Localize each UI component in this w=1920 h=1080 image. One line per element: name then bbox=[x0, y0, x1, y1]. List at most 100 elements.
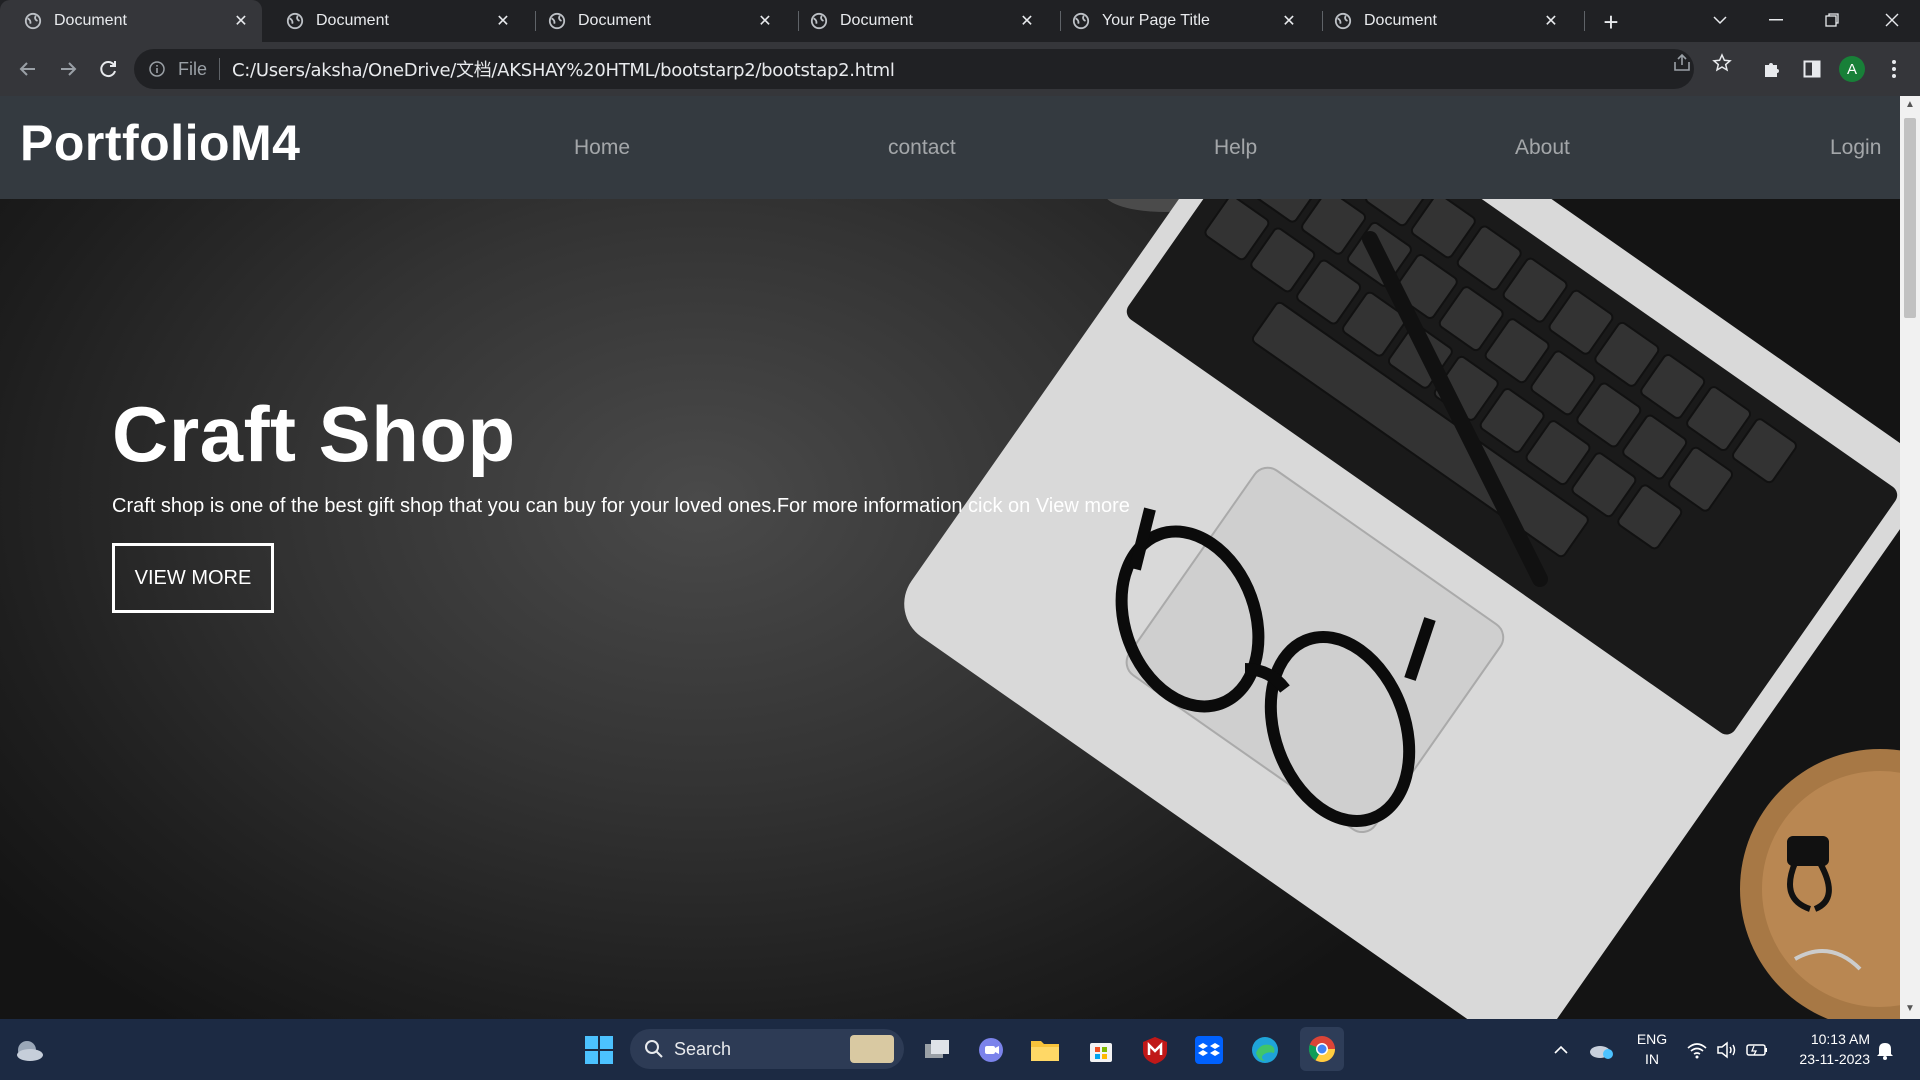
puzzle-icon bbox=[1765, 63, 1779, 77]
tab-strip: Document ✕ Document ✕ Document ✕ Documen… bbox=[0, 0, 1920, 42]
scroll-up-arrow-icon[interactable]: ▲ bbox=[1905, 100, 1915, 110]
file-explorer-button[interactable] bbox=[1026, 1031, 1064, 1069]
close-tab-icon[interactable]: ✕ bbox=[1540, 10, 1562, 32]
browser-tab-3[interactable]: Document ✕ bbox=[524, 0, 786, 42]
chrome-button[interactable] bbox=[1300, 1027, 1344, 1071]
close-icon bbox=[1885, 13, 1899, 27]
address-bar[interactable]: File C:/Users/aksha/OneDrive/文档/AKSHAY%2… bbox=[134, 49, 1694, 89]
browser-toolbar: File C:/Users/aksha/OneDrive/文档/AKSHAY%2… bbox=[0, 42, 1920, 96]
battery-button[interactable] bbox=[1738, 1031, 1776, 1069]
search-icon bbox=[645, 1040, 663, 1058]
view-more-button[interactable]: VIEW MORE bbox=[112, 543, 274, 613]
taskbar-search[interactable]: Search bbox=[630, 1029, 904, 1069]
clock[interactable]: 10:13 AM 23-11-2023 bbox=[1780, 1029, 1870, 1069]
speaker-icon bbox=[1717, 1041, 1736, 1059]
forward-button[interactable] bbox=[54, 55, 82, 83]
browser-tab-4[interactable]: Document ✕ bbox=[786, 0, 1048, 42]
profile-button[interactable]: A bbox=[1838, 55, 1866, 83]
minimize-icon bbox=[1769, 19, 1783, 21]
share-icon bbox=[1674, 53, 1690, 71]
nav-link-login[interactable]: Login bbox=[1830, 136, 1881, 160]
show-hidden-icons-button[interactable] bbox=[1542, 1031, 1580, 1069]
restore-icon bbox=[1825, 13, 1839, 27]
globe-icon bbox=[810, 12, 828, 30]
reload-button[interactable] bbox=[94, 55, 122, 83]
tab-title: Document bbox=[578, 12, 651, 29]
globe-icon bbox=[1334, 12, 1352, 30]
nav-link-contact[interactable]: contact bbox=[888, 136, 956, 160]
browser-tab-1[interactable]: Document ✕ bbox=[0, 0, 262, 42]
share-button[interactable] bbox=[1670, 51, 1694, 75]
site-brand[interactable]: PortfolioM4 bbox=[20, 114, 300, 172]
restore-button[interactable] bbox=[1804, 0, 1860, 40]
new-tab-button[interactable]: + bbox=[1597, 7, 1625, 37]
weather-widget[interactable] bbox=[10, 1031, 48, 1069]
info-icon[interactable] bbox=[148, 60, 166, 78]
arrow-right-icon bbox=[61, 62, 77, 76]
notifications-button[interactable] bbox=[1866, 1031, 1904, 1069]
bookmark-button[interactable] bbox=[1710, 51, 1734, 75]
scroll-down-arrow-icon[interactable]: ▼ bbox=[1905, 1004, 1915, 1014]
dropbox-button[interactable] bbox=[1190, 1031, 1228, 1069]
nav-link-home[interactable]: Home bbox=[574, 136, 630, 160]
site-navbar: PortfolioM4 Home contact Help About Logi… bbox=[0, 96, 1900, 199]
close-tab-icon[interactable]: ✕ bbox=[1278, 10, 1300, 32]
minimize-button[interactable] bbox=[1748, 0, 1804, 40]
teams-chat-button[interactable] bbox=[972, 1031, 1010, 1069]
arrow-left-icon bbox=[19, 62, 35, 76]
scrollbar-thumb[interactable] bbox=[1904, 118, 1916, 318]
back-button[interactable] bbox=[14, 55, 42, 83]
tab-title: Document bbox=[54, 12, 127, 29]
hero-subtitle: Craft shop is one of the best gift shop … bbox=[112, 495, 1130, 517]
nav-link-help[interactable]: Help bbox=[1214, 136, 1257, 160]
extensions-button[interactable] bbox=[1758, 55, 1786, 83]
folder-icon bbox=[1031, 1041, 1059, 1061]
kebab-menu-icon bbox=[1892, 60, 1896, 78]
chevron-up-icon bbox=[1554, 1045, 1568, 1054]
globe-icon bbox=[24, 12, 42, 30]
nav-link-about[interactable]: About bbox=[1515, 136, 1570, 160]
url-text[interactable]: C:/Users/aksha/OneDrive/文档/AKSHAY%20HTML… bbox=[232, 56, 895, 82]
close-tab-icon[interactable]: ✕ bbox=[754, 10, 776, 32]
chrome-icon bbox=[1308, 1036, 1336, 1063]
tab-search-button[interactable] bbox=[1692, 0, 1748, 40]
page-viewport: PortfolioM4 Home contact Help About Logi… bbox=[0, 96, 1900, 1019]
browser-menu-button[interactable] bbox=[1880, 55, 1908, 83]
mcafee-button[interactable] bbox=[1136, 1031, 1174, 1069]
globe-icon bbox=[1072, 12, 1090, 30]
edge-icon bbox=[1252, 1037, 1278, 1063]
side-panel-button[interactable] bbox=[1798, 55, 1826, 83]
onedrive-cloud-icon bbox=[1590, 1046, 1613, 1059]
battery-icon bbox=[1746, 1044, 1767, 1056]
microsoft-store-button[interactable] bbox=[1082, 1031, 1120, 1069]
close-window-button[interactable] bbox=[1864, 0, 1920, 40]
search-placeholder: Search bbox=[674, 1038, 732, 1059]
language-code: ENG bbox=[1636, 1031, 1668, 1047]
store-icon bbox=[1090, 1043, 1112, 1062]
url-scheme-label: File bbox=[178, 58, 208, 79]
cloud-icon bbox=[17, 1041, 43, 1061]
browser-tab-2[interactable]: Document ✕ bbox=[262, 0, 524, 42]
language-indicator[interactable]: ENG IN bbox=[1632, 1029, 1672, 1069]
task-view-button[interactable] bbox=[918, 1031, 956, 1069]
reload-icon bbox=[100, 61, 116, 78]
side-panel-icon bbox=[1803, 60, 1821, 78]
windows-logo-icon bbox=[585, 1036, 613, 1064]
close-tab-icon[interactable]: ✕ bbox=[230, 10, 252, 32]
close-tab-icon[interactable]: ✕ bbox=[492, 10, 514, 32]
wifi-icon bbox=[1687, 1043, 1707, 1059]
region-code: IN bbox=[1645, 1051, 1659, 1067]
omnibox-divider bbox=[219, 58, 221, 80]
hero-section: Craft Shop Craft shop is one of the best… bbox=[0, 199, 1900, 1019]
page-scrollbar[interactable]: ▲ ▼ bbox=[1900, 96, 1920, 1019]
start-button[interactable] bbox=[580, 1031, 618, 1069]
browser-tab-6[interactable]: Document ✕ bbox=[1310, 0, 1572, 42]
dropbox-icon bbox=[1195, 1036, 1223, 1064]
edge-button[interactable] bbox=[1246, 1031, 1284, 1069]
close-tab-icon[interactable]: ✕ bbox=[1016, 10, 1038, 32]
tab-title: Your Page Title bbox=[1102, 12, 1210, 29]
onedrive-tray-button[interactable] bbox=[1582, 1031, 1620, 1069]
browser-tab-5[interactable]: Your Page Title ✕ bbox=[1048, 0, 1310, 42]
chat-icon bbox=[979, 1038, 1003, 1062]
tab-title: Document bbox=[1364, 12, 1437, 29]
